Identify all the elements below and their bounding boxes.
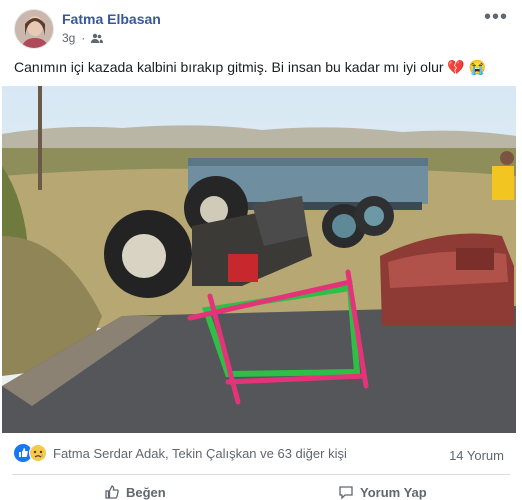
author-name[interactable]: Fatma Elbasan <box>62 11 161 27</box>
avatar[interactable] <box>14 9 54 49</box>
accident-photo <box>2 86 516 433</box>
dot-separator: · <box>81 31 86 45</box>
like-label: Beğen <box>126 484 166 500</box>
sad-icon <box>29 444 47 462</box>
post-text: Canımın içi kazada kalbini bırakıp gitmi… <box>14 59 487 75</box>
comment-icon <box>339 486 353 500</box>
post-meta: 3g · <box>62 31 104 45</box>
comment-label: Yorum Yap <box>360 484 427 500</box>
comment-button[interactable]: Yorum Yap <box>338 484 427 500</box>
post-photo[interactable] <box>2 86 516 433</box>
post-time[interactable]: 3g <box>62 31 75 45</box>
reaction-names[interactable]: Fatma Serdar Adak, Tekin Çalışkan ve 63 … <box>53 446 347 461</box>
comment-count[interactable]: 14 Yorum <box>449 448 504 463</box>
profile-photo <box>15 10 53 48</box>
facebook-post: Fatma Elbasan 3g · ••• Canımın içi kazad… <box>0 0 522 500</box>
thumbs-up-icon <box>105 485 119 499</box>
friends-icon[interactable] <box>91 33 104 43</box>
like-button[interactable]: Beğen <box>104 484 166 500</box>
more-options-icon[interactable]: ••• <box>484 6 508 29</box>
divider <box>12 474 510 475</box>
reactions-summary[interactable]: Fatma Serdar Adak, Tekin Çalışkan ve 63 … <box>14 444 347 462</box>
